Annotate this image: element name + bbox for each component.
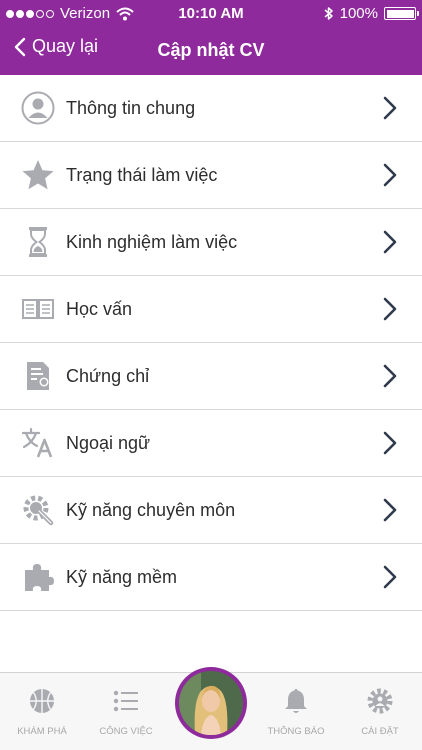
list-item-professional-skills[interactable]: Kỹ năng chuyên môn	[0, 477, 422, 544]
list-icon	[113, 690, 138, 712]
back-button[interactable]: Quay lại	[14, 36, 98, 57]
settings-icon	[367, 688, 393, 714]
tab-label: CÀI ĐẶT	[361, 726, 399, 737]
bluetooth-icon	[324, 7, 333, 20]
chevron-right-icon	[383, 565, 397, 589]
bell-icon	[285, 689, 307, 713]
battery-percent: 100%	[339, 5, 378, 22]
cv-section-list: Thông tin chung Trạng thái làm việc Kinh…	[0, 75, 422, 611]
list-item-label: Ngoại ngữ	[66, 432, 151, 453]
hourglass-icon	[20, 224, 56, 260]
profile-avatar-button[interactable]	[175, 667, 247, 739]
back-label: Quay lại	[32, 36, 99, 56]
user-icon	[20, 90, 56, 126]
chevron-right-icon	[383, 498, 397, 522]
chevron-right-icon	[383, 163, 397, 187]
list-item-work-status[interactable]: Trạng thái làm việc	[0, 142, 422, 209]
list-item-general-info[interactable]: Thông tin chung	[0, 75, 422, 142]
certificate-icon	[20, 358, 56, 394]
list-item-label: Thông tin chung	[66, 97, 196, 118]
list-item-certificates[interactable]: Chứng chỉ	[0, 343, 422, 410]
status-bar: Verizon 10:10 AM 100%	[0, 0, 422, 28]
chevron-left-icon	[14, 37, 26, 56]
list-item-education[interactable]: Học vấn	[0, 276, 422, 343]
tools-icon	[20, 492, 56, 528]
basketball-icon	[30, 689, 54, 713]
list-item-label: Chứng chỉ	[66, 365, 150, 386]
tab-label: THÔNG BÁO	[267, 726, 325, 737]
list-item-label: Kỹ năng chuyên môn	[66, 499, 236, 520]
list-item-label: Học vấn	[66, 298, 133, 319]
chevron-right-icon	[383, 297, 397, 321]
chevron-right-icon	[383, 230, 397, 254]
header-bar: Verizon 10:10 AM 100% Quay lại Cập nhật …	[0, 0, 422, 75]
puzzle-icon	[20, 559, 56, 595]
list-item-work-experience[interactable]: Kinh nghiệm làm việc	[0, 209, 422, 276]
list-item-label: Kỹ năng mềm	[66, 566, 178, 587]
translate-icon	[20, 425, 56, 461]
bottom-tab-bar: KHÁM PHÁ CÔNG VIỆC THÔNG BÁO CÀI ĐẶT	[0, 667, 422, 750]
tab-jobs[interactable]: CÔNG VIỆC	[84, 673, 168, 750]
status-right: 100%	[324, 5, 419, 22]
list-item-label: Kinh nghiệm làm việc	[66, 231, 238, 252]
star-icon	[20, 157, 56, 193]
tab-notifications[interactable]: THÔNG BÁO	[254, 673, 338, 750]
tab-explore[interactable]: KHÁM PHÁ	[0, 673, 84, 750]
book-icon	[20, 291, 56, 327]
list-item-soft-skills[interactable]: Kỹ năng mềm	[0, 544, 422, 611]
chevron-right-icon	[383, 431, 397, 455]
battery-icon	[384, 7, 419, 20]
chevron-right-icon	[383, 96, 397, 120]
list-item-languages[interactable]: Ngoại ngữ	[0, 410, 422, 477]
tab-settings[interactable]: CÀI ĐẶT	[338, 673, 422, 750]
navigation-bar: Quay lại Cập nhật CV	[0, 30, 422, 72]
avatar	[179, 671, 243, 735]
chevron-right-icon	[383, 364, 397, 388]
tab-label: CÔNG VIỆC	[99, 726, 153, 737]
tab-label: KHÁM PHÁ	[17, 726, 67, 737]
list-item-label: Trạng thái làm việc	[66, 164, 218, 185]
